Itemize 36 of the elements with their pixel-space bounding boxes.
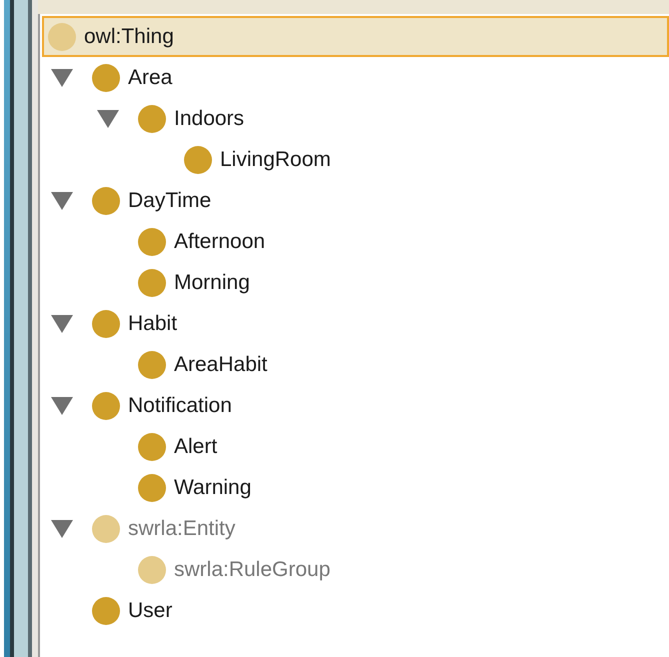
class-label: LivingRoom [220, 148, 331, 172]
expanded-triangle-icon[interactable] [51, 520, 73, 538]
tree-item[interactable]: owl:Thing [42, 16, 669, 57]
tree-item[interactable]: Notification [42, 385, 669, 426]
class-label: owl:Thing [84, 24, 174, 48]
tree-item[interactable]: Habit [42, 303, 669, 344]
class-label: swrla:Entity [128, 516, 236, 540]
expanded-triangle-icon[interactable] [51, 192, 73, 210]
class-label: Indoors [174, 106, 244, 130]
tree-item[interactable]: AreaHabit [42, 344, 669, 385]
expanded-triangle-icon[interactable] [51, 396, 73, 414]
tree-item[interactable]: Alert [42, 426, 669, 467]
class-label: DayTime [128, 188, 212, 212]
tree-item[interactable]: Area [42, 57, 669, 98]
expanded-triangle-icon[interactable] [97, 110, 119, 128]
tree-item[interactable]: Afternoon [42, 221, 669, 262]
expanded-triangle-icon[interactable] [51, 314, 73, 332]
class-label: Afternoon [174, 230, 266, 254]
tree-item[interactable]: LivingRoom [42, 139, 669, 180]
class-label: Morning [174, 270, 250, 294]
tree-item[interactable]: Morning [42, 262, 669, 303]
class-label: Habit [128, 312, 178, 336]
expanded-triangle-icon[interactable] [51, 68, 73, 86]
class-label: Area [128, 66, 172, 90]
tree-item[interactable]: swrla:RuleGroup [42, 549, 669, 590]
class-label: Warning [174, 476, 252, 500]
tree-item[interactable]: User [42, 590, 669, 631]
class-label: User [128, 598, 172, 622]
class-label: swrla:RuleGroup [174, 558, 330, 582]
class-label: AreaHabit [174, 352, 268, 376]
tree-item[interactable]: Indoors [42, 98, 669, 139]
class-label: Alert [174, 434, 218, 458]
tree-item[interactable]: Warning [42, 467, 669, 508]
tree-item[interactable]: DayTime [42, 180, 669, 221]
tree-item[interactable]: swrla:Entity [42, 508, 669, 549]
class-label: Notification [128, 394, 232, 418]
